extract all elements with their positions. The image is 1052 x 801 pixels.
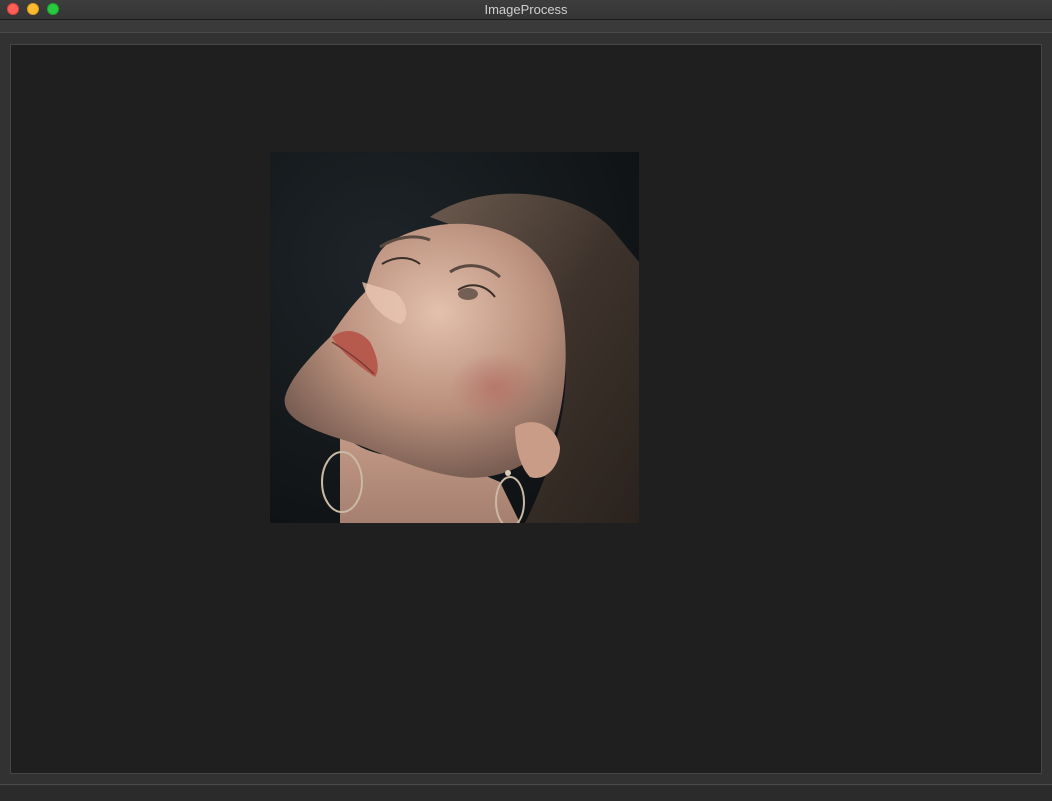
image-canvas[interactable]: [10, 44, 1042, 774]
portrait-photo: [270, 152, 639, 523]
window-title: ImageProcess: [484, 2, 568, 17]
status-bar: [0, 784, 1052, 801]
title-bar[interactable]: ImageProcess: [0, 0, 1052, 20]
app-window: ImageProcess: [0, 0, 1052, 801]
toolbar: [0, 20, 1052, 33]
portrait-image: [270, 152, 639, 523]
